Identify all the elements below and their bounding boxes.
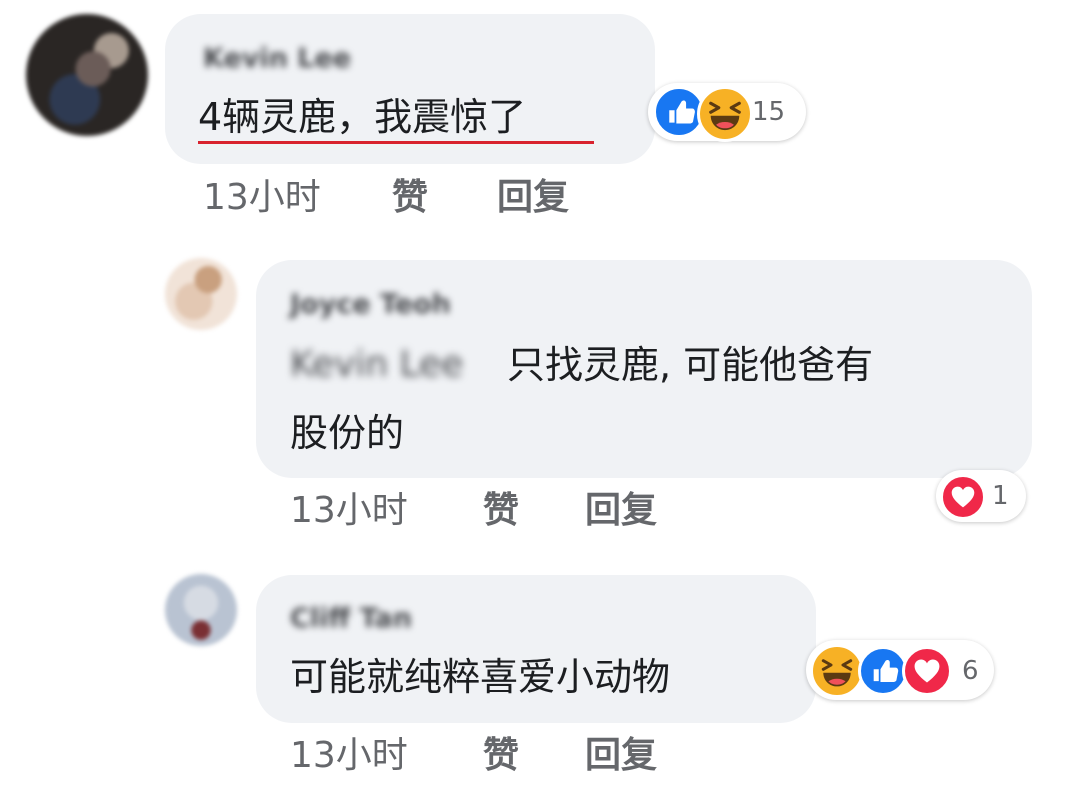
avatar[interactable] (165, 574, 237, 646)
comment-text: 可能就纯粹喜爱小动物 (290, 655, 671, 699)
like-button[interactable]: 赞 (392, 178, 428, 218)
mention-tag[interactable]: Kevin Lee (290, 345, 463, 385)
like-icon (858, 646, 908, 696)
love-icon (940, 474, 986, 520)
reply-button[interactable]: 回复 (585, 491, 657, 531)
comment-author[interactable]: Cliff Tan (290, 605, 412, 632)
comment-text-continued: 股份的 (290, 411, 405, 455)
comment-author[interactable]: Joyce Teoh (290, 291, 451, 318)
comment-timestamp[interactable]: 13小时 (290, 491, 408, 531)
comment-timestamp[interactable]: 13小时 (290, 736, 408, 776)
haha-icon (810, 644, 864, 698)
comment-timestamp[interactable]: 13小时 (203, 178, 321, 218)
comment-thread: Kevin Lee 4辆灵鹿，我震惊了 15 13小时 赞 回复 Joyce T… (0, 0, 1069, 793)
comment-author[interactable]: Kevin Lee (203, 45, 351, 72)
comment-text: 4辆灵鹿，我震惊了 (198, 95, 527, 139)
reaction-count: 1 (992, 481, 1009, 511)
haha-icon (697, 86, 753, 142)
text-underline (198, 141, 594, 144)
love-icon (902, 646, 952, 696)
reaction-count: 6 (962, 656, 979, 686)
reply-button[interactable]: 回复 (497, 178, 569, 218)
like-button[interactable]: 赞 (483, 491, 519, 531)
avatar[interactable] (165, 258, 237, 330)
reaction-count: 15 (752, 97, 786, 127)
comment-text: 只找灵鹿, 可能他爸有 (507, 343, 874, 387)
avatar[interactable] (26, 14, 148, 136)
like-button[interactable]: 赞 (483, 736, 519, 776)
reply-button[interactable]: 回复 (585, 736, 657, 776)
